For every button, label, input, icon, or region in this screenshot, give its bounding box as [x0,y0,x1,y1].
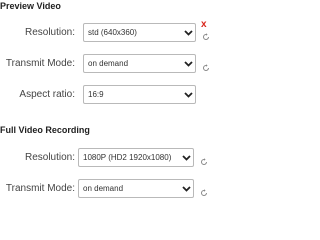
preview-aspect-ratio-value: 16:9 [88,90,104,99]
preview-resolution-value: std (640x360) [88,28,137,37]
reset-icon[interactable] [201,32,210,41]
preview-transmit-mode-label: Transmit Mode: [5,58,75,69]
chevron-down-icon [181,55,195,72]
preview-resolution-select[interactable]: std (640x360) [83,23,196,42]
preview-video-title: Preview Video [0,1,61,11]
chevron-down-icon [181,86,195,103]
reset-icon[interactable] [199,157,208,166]
preview-resolution-label: Resolution: [24,27,75,38]
full-transmit-mode-label: Transmit Mode: [5,183,75,194]
full-resolution-label: Resolution: [24,152,75,163]
reset-icon[interactable] [201,63,210,72]
preview-transmit-mode-select[interactable]: on demand [83,54,196,73]
preview-aspect-ratio-select[interactable]: 16:9 [83,85,196,104]
full-transmit-mode-select[interactable]: on demand [78,179,194,198]
chevron-down-icon [179,180,193,197]
full-resolution-value: 1080P (HD2 1920x1080) [83,153,172,162]
chevron-down-icon [181,24,195,41]
preview-aspect-ratio-label: Aspect ratio: [19,89,75,100]
chevron-down-icon [179,149,193,166]
preview-transmit-mode-value: on demand [88,59,129,68]
close-icon[interactable]: x [201,20,207,30]
full-video-recording-title: Full Video Recording [0,125,90,135]
reset-icon[interactable] [199,188,208,197]
full-resolution-select[interactable]: 1080P (HD2 1920x1080) [78,148,194,167]
full-transmit-mode-value: on demand [83,184,124,193]
